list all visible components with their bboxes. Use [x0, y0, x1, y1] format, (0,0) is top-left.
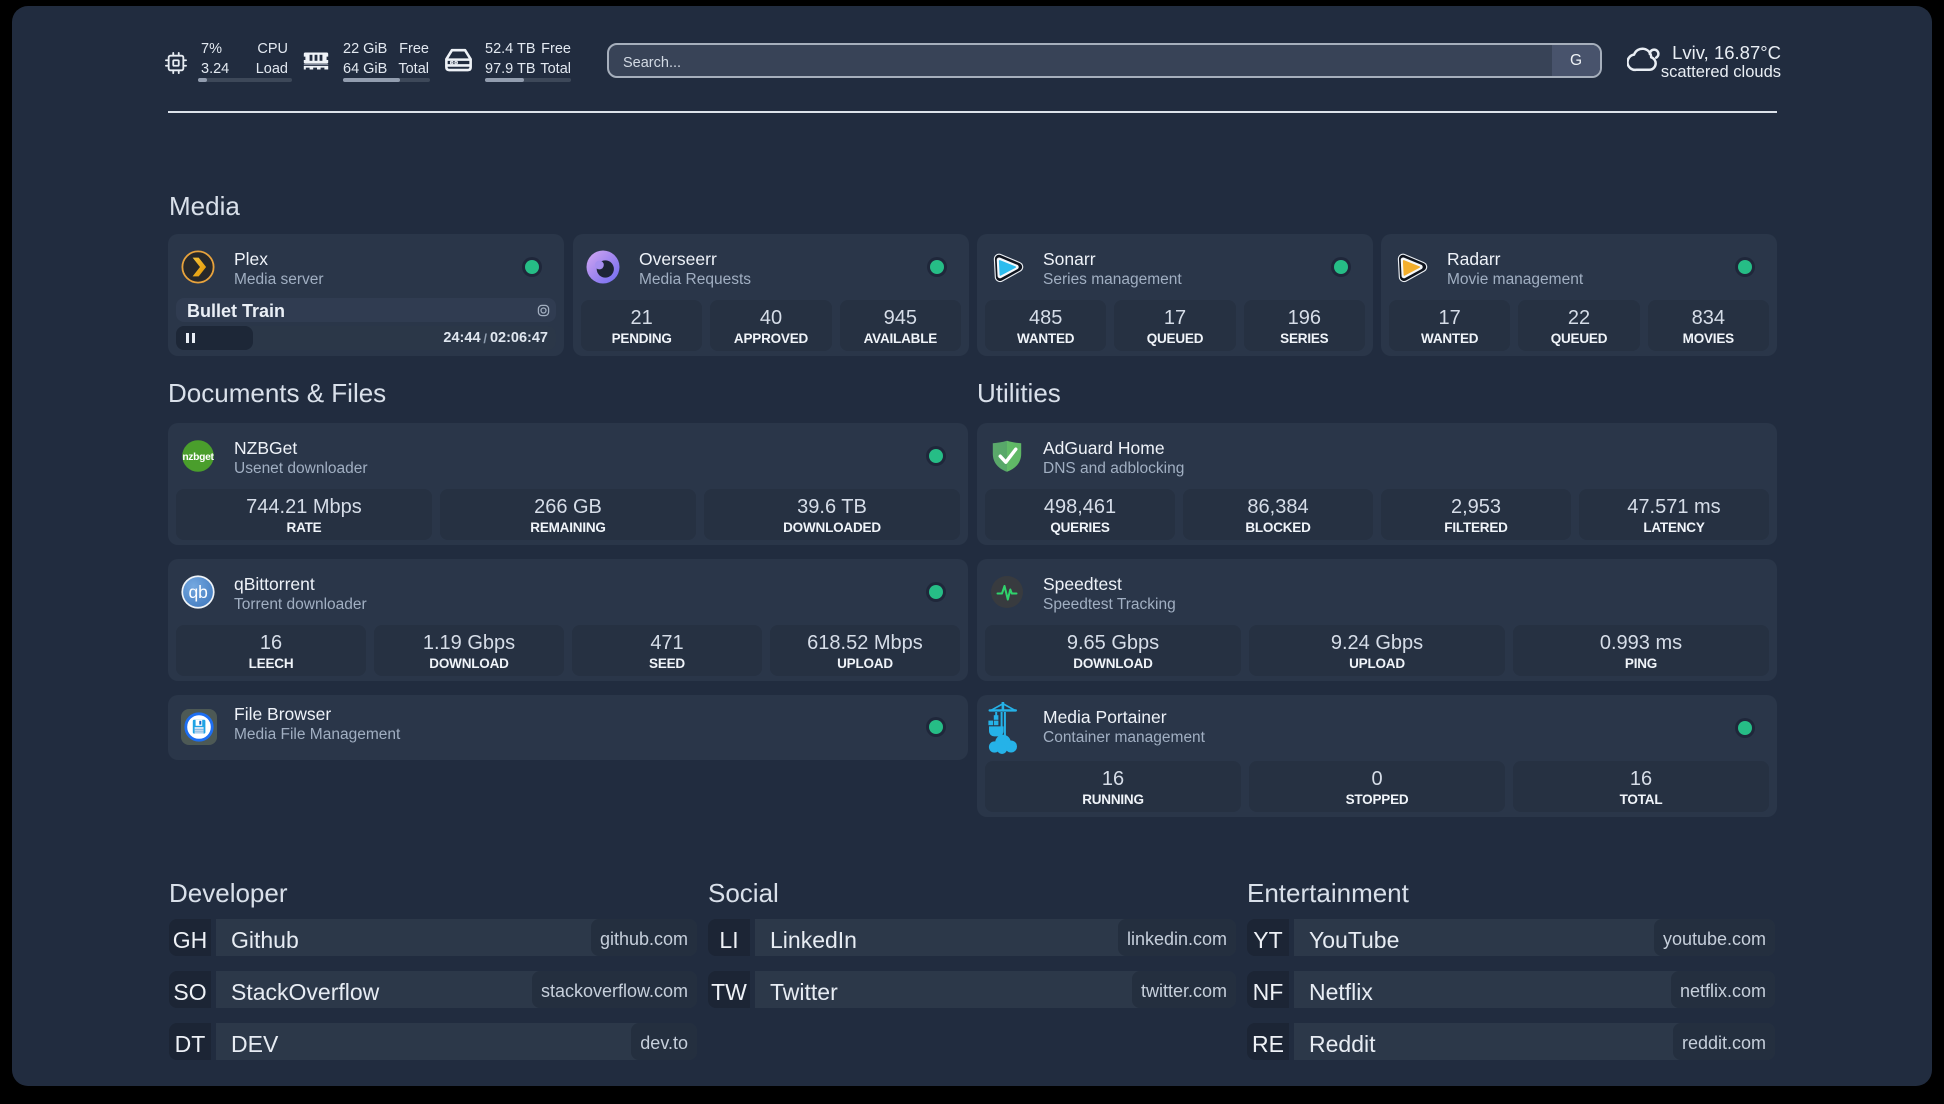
svg-text:nzbget: nzbget	[182, 452, 214, 463]
svg-text:qb: qb	[188, 582, 207, 602]
